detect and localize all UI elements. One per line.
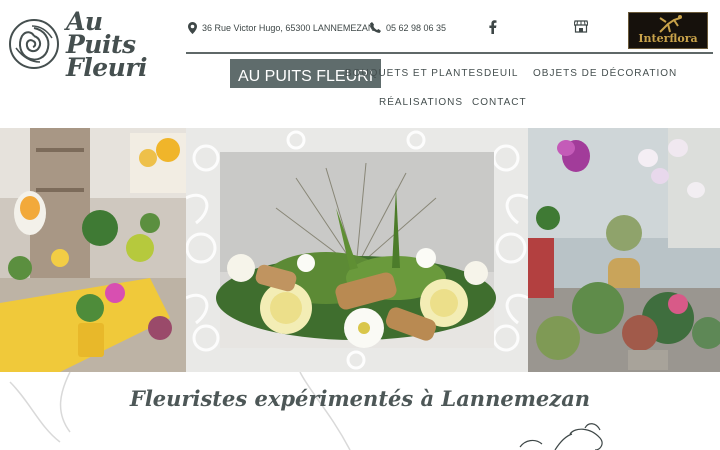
facebook-link[interactable]: [488, 20, 497, 39]
phone-icon: [370, 22, 381, 33]
nav-item-realisations[interactable]: RÉALISATIONS: [371, 88, 471, 117]
nav-item-deuil[interactable]: DEUIL: [476, 59, 526, 88]
orchids-succulents-photo: [528, 128, 720, 372]
logo-wordmark: Au Puits Fleuri: [66, 6, 178, 82]
logo-line-2: Fleuri: [66, 52, 148, 82]
map-pin-icon: [188, 22, 197, 34]
phone-link[interactable]: 05 62 98 06 35: [370, 22, 446, 33]
nav-item-bouquets-et-plantes[interactable]: BOUQUETS ET PLANTES: [337, 59, 492, 88]
nav-item-objets-de-decoration[interactable]: OBJETS DE DÉCORATION: [525, 59, 685, 88]
storefront-icon: [573, 20, 589, 33]
shop-interior-photo: [0, 128, 186, 372]
shop-link[interactable]: [573, 20, 589, 38]
facebook-icon: [489, 20, 497, 34]
logo-line-1: Au Puits: [66, 6, 136, 59]
rose-icon: [9, 19, 59, 69]
hero-banner: [0, 128, 720, 372]
contact-bar: 36 Rue Victor Hugo, 65300 LANNEMEZAN 05 …: [186, 12, 720, 49]
site-logo[interactable]: Au Puits Fleuri: [8, 9, 178, 80]
address-info: 36 Rue Victor Hugo, 65300 LANNEMEZAN: [188, 22, 374, 34]
nav-item-contact[interactable]: CONTACT: [464, 88, 535, 117]
page-tagline: Fleuristes expérimentés à Lannemezan: [129, 386, 591, 411]
floral-arrangement-photo: [186, 128, 528, 372]
header-divider: [186, 52, 713, 54]
phone-text: 05 62 98 06 35: [386, 22, 447, 33]
decorative-line-art: [9, 372, 603, 450]
interflora-wordmark: Interflora: [638, 32, 698, 45]
address-text: 36 Rue Victor Hugo, 65300 LANNEMEZAN: [202, 23, 375, 33]
interflora-logo[interactable]: Interflora: [628, 12, 708, 49]
